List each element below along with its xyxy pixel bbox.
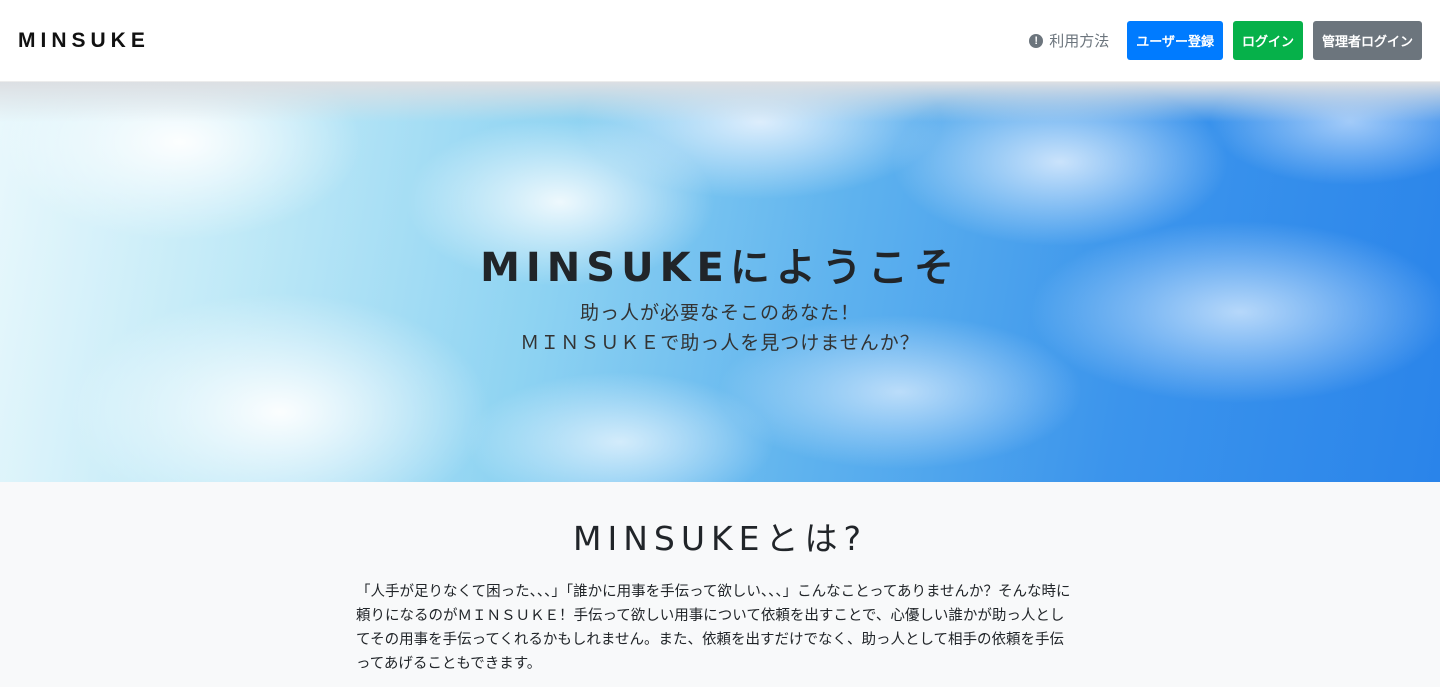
hero-subtitle-line1: 助っ人が必要なそこのあなた！	[579, 302, 860, 324]
exclamation-circle-icon: !	[1029, 33, 1044, 48]
about-title: MINSUKEとは?	[573, 519, 867, 558]
top-navbar: MINSUKE ! 利用方法 ユーザー登録 ログイン 管理者ログイン	[0, 0, 1440, 82]
brand-logo[interactable]: MINSUKE	[18, 29, 150, 53]
hero-content: MINSUKEにようこそ 助っ人が必要なそこのあなた！ ＭＩＮＳＵＫＥで助っ人を…	[0, 242, 1440, 358]
admin-login-button[interactable]: 管理者ログイン	[1312, 21, 1422, 60]
usage-guide-link[interactable]: ! 利用方法	[1029, 30, 1109, 51]
hero-title: MINSUKEにようこそ	[480, 245, 960, 291]
nav-actions: ! 利用方法 ユーザー登録 ログイン 管理者ログイン	[1029, 21, 1422, 60]
login-button[interactable]: ログイン	[1232, 21, 1303, 60]
about-section: MINSUKEとは? 「人手が足りなくて困った、、、」「誰かに用事を手伝って欲し…	[0, 482, 1440, 687]
register-button[interactable]: ユーザー登録	[1127, 21, 1223, 60]
hero-subtitle-line2: ＭＩＮＳＵＫＥで助っ人を見つけませんか？	[520, 332, 920, 354]
usage-guide-label: 利用方法	[1049, 32, 1110, 50]
hero-shade	[0, 82, 1440, 122]
hero-banner: MINSUKEにようこそ 助っ人が必要なそこのあなた！ ＭＩＮＳＵＫＥで助っ人を…	[0, 82, 1440, 482]
about-description: 「人手が足りなくて困った、、、」「誰かに用事を手伝って欲しい、、、」こんなことっ…	[356, 584, 1071, 672]
